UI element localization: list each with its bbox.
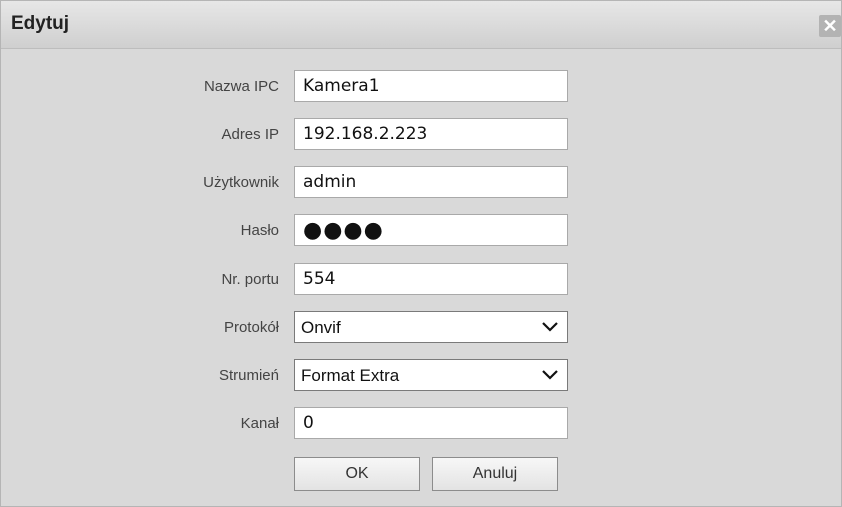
protocol-row: Protokół Onvif — [1, 311, 842, 345]
stream-label: Strumień — [218, 367, 279, 384]
port-row: Nr. portu — [1, 263, 842, 297]
password-label: Hasło — [240, 222, 279, 239]
ip-address-label: Adres IP — [221, 126, 279, 143]
port-label: Nr. portu — [221, 271, 279, 288]
protocol-select[interactable]: Onvif — [294, 311, 568, 343]
close-icon: ✕ — [822, 16, 838, 36]
stream-row: Strumień Format Extra — [1, 359, 842, 393]
password-input[interactable] — [294, 214, 568, 246]
close-button[interactable]: ✕ — [819, 15, 841, 37]
channel-input[interactable] — [294, 407, 568, 439]
user-label: Użytkownik — [203, 174, 279, 191]
chevron-down-icon — [542, 370, 558, 380]
button-row: OK Anuluj — [1, 457, 842, 491]
edit-dialog: Edytuj ✕ Nazwa IPC Adres IP Użytkownik H… — [0, 0, 842, 507]
protocol-label: Protokół — [223, 319, 279, 336]
ipc-name-row: Nazwa IPC — [1, 70, 842, 104]
dialog-titlebar: Edytuj ✕ — [1, 1, 841, 49]
user-row: Użytkownik — [1, 166, 842, 200]
user-input[interactable] — [294, 166, 568, 198]
channel-label: Kanał — [240, 415, 279, 432]
password-row: Hasło — [1, 214, 842, 248]
port-input[interactable] — [294, 263, 568, 295]
dialog-title: Edytuj — [11, 13, 70, 34]
cancel-button[interactable]: Anuluj — [432, 457, 558, 491]
ipc-name-label: Nazwa IPC — [203, 78, 279, 95]
ipc-name-input[interactable] — [294, 70, 568, 102]
channel-row: Kanał — [1, 407, 842, 441]
protocol-value: Onvif — [301, 318, 341, 337]
ip-address-row: Adres IP — [1, 118, 842, 152]
stream-select[interactable]: Format Extra — [294, 359, 568, 391]
stream-value: Format Extra — [301, 366, 400, 385]
ok-button[interactable]: OK — [294, 457, 420, 491]
chevron-down-icon — [542, 322, 558, 332]
ip-address-input[interactable] — [294, 118, 568, 150]
